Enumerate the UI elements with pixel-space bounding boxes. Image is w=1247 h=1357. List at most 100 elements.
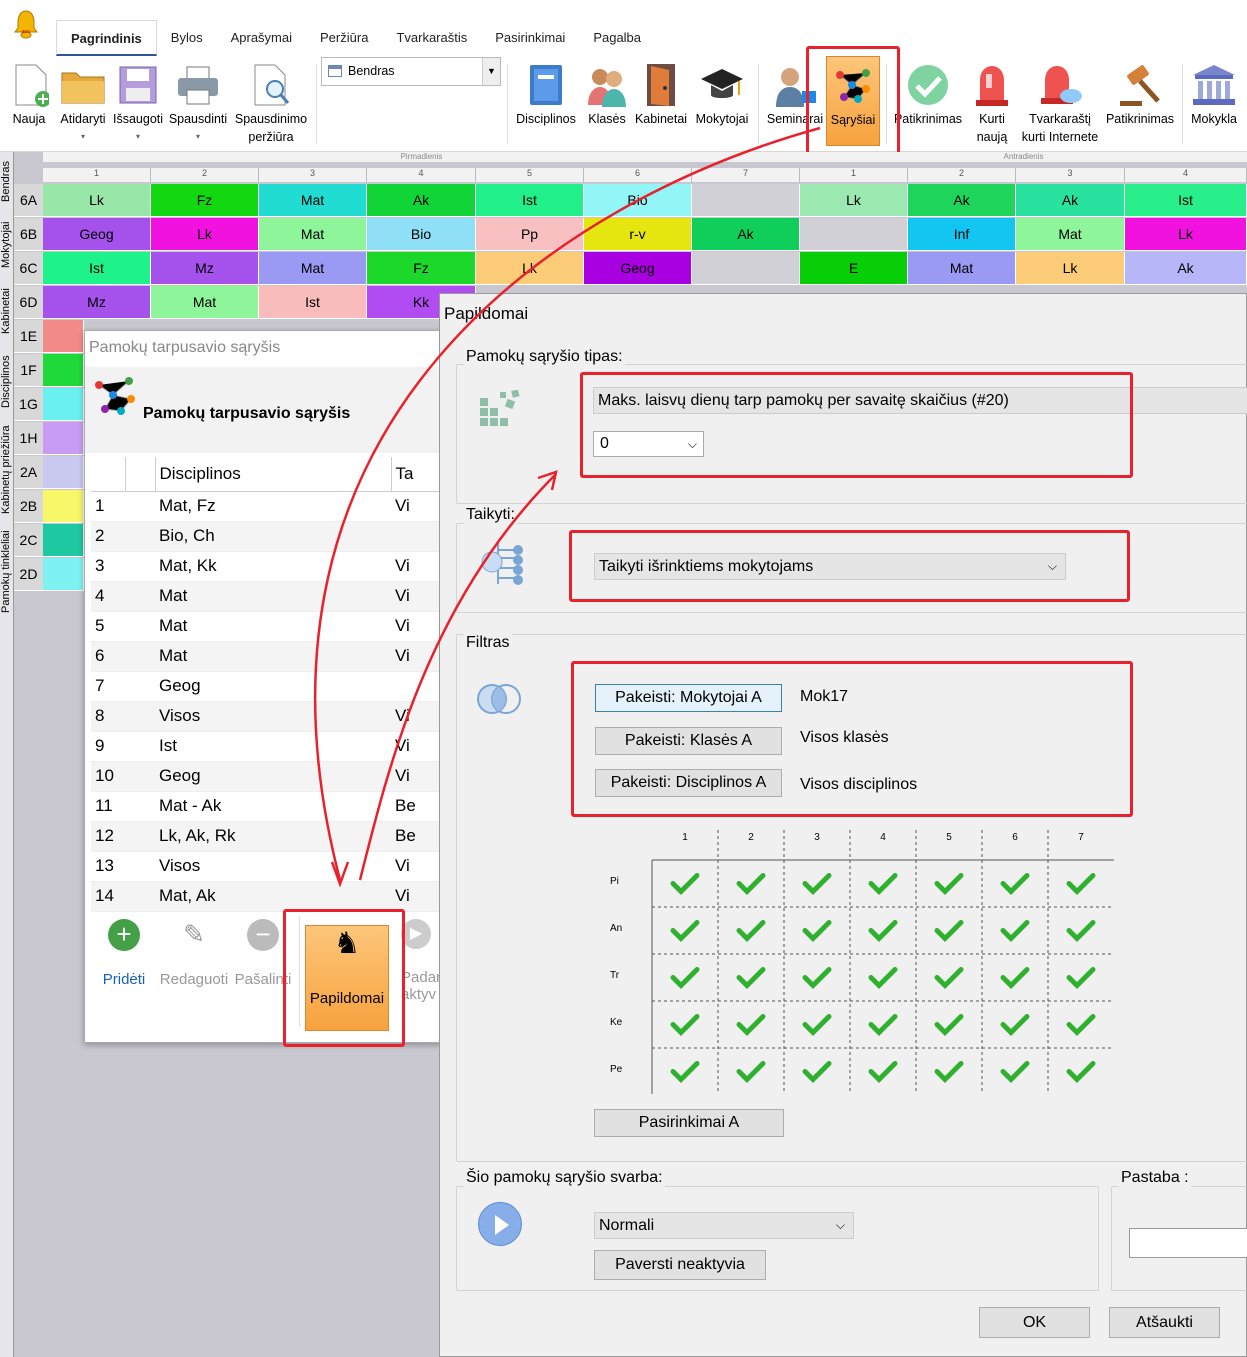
lesson-cell[interactable]: Bio: [584, 184, 692, 217]
rooms-button[interactable]: Kabinetai: [632, 56, 690, 128]
check-icon[interactable]: [934, 967, 964, 990]
vtab-pamoku-tinkleliai[interactable]: Pamokų tinkleliai: [0, 522, 14, 622]
check-icon[interactable]: [1000, 873, 1030, 896]
row-header[interactable]: 1F: [14, 354, 43, 387]
row-header[interactable]: 6C: [14, 252, 43, 285]
row-header[interactable]: 2A: [14, 456, 43, 489]
check-icon[interactable]: [670, 967, 700, 990]
check-icon[interactable]: [934, 873, 964, 896]
check-icon[interactable]: [1066, 967, 1096, 990]
check-icon[interactable]: [1000, 1014, 1030, 1037]
check-icon[interactable]: [802, 1014, 832, 1037]
check-icon[interactable]: [802, 873, 832, 896]
lesson-cell[interactable]: Ist: [259, 286, 367, 319]
col-ta[interactable]: Ta: [391, 457, 445, 492]
check-icon[interactable]: [868, 967, 898, 990]
lesson-cell[interactable]: Ak: [1125, 252, 1247, 285]
table-row[interactable]: 9 Ist Vi: [91, 731, 445, 762]
edit-button[interactable]: ✎ Redaguoti: [155, 919, 233, 988]
table-row[interactable]: 14 Mat, Ak Vi: [91, 881, 445, 912]
check-icon[interactable]: [1066, 1061, 1096, 1084]
lesson-cell[interactable]: Mat: [259, 218, 367, 251]
open-button[interactable]: Atidaryti ▾: [55, 56, 111, 146]
check-icon[interactable]: [802, 967, 832, 990]
table-row[interactable]: 3 Mat, Kk Vi: [91, 551, 445, 582]
lesson-cell[interactable]: [43, 320, 84, 353]
table-row[interactable]: 10 Geog Vi: [91, 761, 445, 792]
tab-pasirinkimai[interactable]: Pasirinkimai: [481, 20, 579, 56]
lesson-cell[interactable]: Mat: [259, 184, 367, 217]
lesson-cell[interactable]: Bio: [367, 218, 476, 251]
lesson-cell[interactable]: [43, 490, 84, 523]
tab-bylos[interactable]: Bylos: [157, 20, 217, 56]
check-icon[interactable]: [736, 1014, 766, 1037]
save-button[interactable]: Išsaugoti ▾: [111, 56, 165, 146]
check-icon[interactable]: [934, 920, 964, 943]
lesson-cell[interactable]: Lk: [800, 184, 908, 217]
lesson-cell[interactable]: [692, 252, 800, 285]
table-row[interactable]: 11 Mat - Ak Be: [91, 791, 445, 822]
lesson-cell[interactable]: Mat: [1016, 218, 1125, 251]
lesson-cell[interactable]: [43, 524, 84, 557]
new-button[interactable]: Nauja: [8, 56, 50, 128]
lesson-cell[interactable]: Ist: [43, 252, 151, 285]
table-row[interactable]: 8 Visos Vi: [91, 701, 445, 732]
tab-tvarkarastis[interactable]: Tvarkaraštis: [382, 20, 481, 56]
row-header[interactable]: 1H: [14, 422, 43, 455]
ok-button[interactable]: OK: [979, 1307, 1090, 1338]
lesson-cell[interactable]: [800, 218, 908, 251]
row-header[interactable]: 2C: [14, 524, 43, 557]
options-button[interactable]: Pasirinkimai A: [594, 1109, 784, 1137]
check-icon[interactable]: [1066, 873, 1096, 896]
subjects-button[interactable]: Disciplinos: [513, 56, 579, 128]
print-button[interactable]: Spausdinti ▾: [166, 56, 230, 146]
table-row[interactable]: 12 Lk, Ak, Rk Be: [91, 821, 445, 852]
tab-pagalba[interactable]: Pagalba: [579, 20, 655, 56]
lesson-cell[interactable]: Mz: [43, 286, 151, 319]
check-icon[interactable]: [802, 920, 832, 943]
classes-button[interactable]: Klasės: [583, 56, 631, 128]
col-disciplinos[interactable]: Disciplinos: [155, 457, 392, 492]
lesson-cell[interactable]: [43, 456, 84, 489]
table-row[interactable]: 5 Mat Vi: [91, 611, 445, 642]
table-row[interactable]: 1 Mat, Fz Vi: [91, 491, 445, 522]
add-button[interactable]: + Pridėti: [93, 919, 155, 988]
table-row[interactable]: 6 Mat Vi: [91, 641, 445, 672]
lesson-cell[interactable]: Mat: [259, 252, 367, 285]
lesson-cell[interactable]: [43, 558, 84, 591]
vtab-bendras[interactable]: Bendras: [0, 154, 14, 210]
row-header[interactable]: 6D: [14, 286, 43, 319]
lesson-cell[interactable]: [43, 422, 84, 455]
vtab-disciplinos[interactable]: Disciplinos: [0, 346, 14, 418]
lesson-cell[interactable]: Lk: [1125, 218, 1247, 251]
app-bell-icon[interactable]: asc: [12, 8, 40, 40]
lesson-cell[interactable]: Lk: [1016, 252, 1125, 285]
table-row[interactable]: 4 Mat Vi: [91, 581, 445, 612]
check-icon[interactable]: [736, 1061, 766, 1084]
vtab-kabinetai[interactable]: Kabinetai: [0, 278, 14, 344]
check-icon[interactable]: [670, 873, 700, 896]
row-header[interactable]: 1E: [14, 320, 43, 353]
check-icon[interactable]: [868, 873, 898, 896]
check-icon[interactable]: [868, 920, 898, 943]
lesson-cell[interactable]: E: [800, 252, 908, 285]
school-button[interactable]: Mokykla: [1186, 56, 1242, 128]
row-header[interactable]: 2B: [14, 490, 43, 523]
lesson-cell[interactable]: [43, 388, 84, 421]
tab-pagrindinis[interactable]: Pagrindinis: [56, 20, 157, 56]
row-header[interactable]: 2D: [14, 558, 43, 591]
make-inactive-button[interactable]: Paversti neaktyvia: [594, 1250, 766, 1280]
check-icon[interactable]: [736, 967, 766, 990]
lesson-cell[interactable]: Mat: [908, 252, 1016, 285]
check-icon[interactable]: [868, 1061, 898, 1084]
row-header[interactable]: 6A: [14, 184, 43, 217]
lesson-cell[interactable]: r-v: [584, 218, 692, 251]
check-icon[interactable]: [1000, 1061, 1030, 1084]
lesson-cell[interactable]: Ist: [476, 184, 584, 217]
check-icon[interactable]: [1066, 920, 1096, 943]
create-online-button[interactable]: Tvarkaraštį kurti Internete: [1018, 56, 1102, 146]
lesson-cell[interactable]: Lk: [151, 218, 259, 251]
lesson-cell[interactable]: Pp: [476, 218, 584, 251]
lesson-cell[interactable]: Geog: [584, 252, 692, 285]
lesson-cell[interactable]: Ak: [367, 184, 476, 217]
